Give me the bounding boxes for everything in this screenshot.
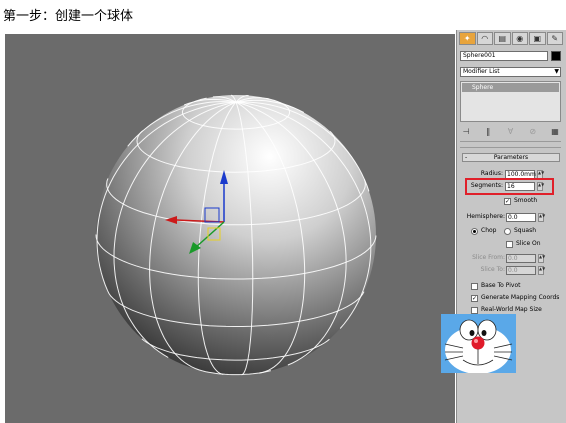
remove-modifier-icon[interactable]: ⊘ <box>527 126 539 137</box>
create-icon[interactable]: ✦ <box>459 32 476 45</box>
base-to-pivot-label: Base To Pivot <box>481 282 521 289</box>
base-to-pivot-checkbox[interactable] <box>471 283 478 290</box>
slice-on-checkbox[interactable] <box>506 241 513 248</box>
hierarchy-icon[interactable]: ▤ <box>494 32 511 45</box>
hemisphere-spinner[interactable]: ▲▼ <box>538 213 545 222</box>
generate-mapping-label: Generate Mapping Coords <box>481 294 560 301</box>
collapse-icon[interactable]: - <box>465 154 467 161</box>
stack-toolbar: ⊣ ‖ ∀ ⊘ ▦ <box>460 126 561 137</box>
doraemon-avatar-icon <box>441 314 516 373</box>
pin-stack-icon[interactable]: ⊣ <box>460 126 472 137</box>
configure-sets-icon[interactable]: ▦ <box>549 126 561 137</box>
display-icon[interactable]: ▣ <box>529 32 546 45</box>
modifier-stack[interactable]: Sphere <box>460 81 561 122</box>
squash-label: Squash <box>514 227 537 234</box>
slice-from-label: Slice From: <box>472 254 505 261</box>
divider <box>460 141 561 142</box>
chop-radio[interactable] <box>471 228 478 235</box>
slice-from-input[interactable]: 0.0 <box>506 254 536 263</box>
object-color-swatch[interactable] <box>551 51 561 61</box>
modifier-list-label: Modifier List <box>463 68 500 75</box>
hemisphere-label: Hemisphere: <box>466 213 505 220</box>
real-world-checkbox[interactable] <box>471 307 478 314</box>
segments-highlight-box <box>465 178 554 195</box>
squash-radio[interactable] <box>504 228 511 235</box>
modify-icon[interactable]: ◠ <box>476 32 493 45</box>
chevron-down-icon[interactable]: ▼ <box>554 68 559 76</box>
command-panel-tabs: ✦ ◠ ▤ ◉ ▣ ✎ <box>459 32 563 45</box>
slice-from-spinner[interactable]: ▲▼ <box>538 254 545 263</box>
perspective-viewport[interactable] <box>5 34 455 423</box>
utilities-icon[interactable]: ✎ <box>546 32 563 45</box>
modifier-list-dropdown[interactable]: Modifier List ▼ <box>460 67 561 77</box>
slice-on-label: Slice On <box>516 240 541 247</box>
parameters-rollout-header[interactable]: - Parameters <box>462 153 560 162</box>
motion-icon[interactable]: ◉ <box>511 32 528 45</box>
show-end-result-icon[interactable]: ‖ <box>482 126 494 137</box>
page-caption: 第一步：创建一个球体 <box>3 9 134 24</box>
slice-to-label: Slice To: <box>480 266 505 273</box>
sphere-wireframe[interactable] <box>5 34 455 423</box>
slice-to-input[interactable]: 0.0 <box>506 266 536 275</box>
hemisphere-input[interactable]: 0.0 <box>506 213 536 222</box>
object-name-field[interactable]: Sphere001 <box>460 51 548 61</box>
stack-item-sphere[interactable]: Sphere <box>462 83 559 92</box>
divider <box>460 147 561 148</box>
generate-mapping-checkbox[interactable]: ✓ <box>471 295 478 302</box>
chop-label: Chop <box>481 227 497 234</box>
make-unique-icon[interactable]: ∀ <box>505 126 517 137</box>
smooth-checkbox[interactable]: ✓ <box>504 198 511 205</box>
slice-to-spinner[interactable]: ▲▼ <box>538 266 545 275</box>
parameters-title: Parameters <box>493 154 529 161</box>
smooth-label: Smooth <box>514 197 538 204</box>
